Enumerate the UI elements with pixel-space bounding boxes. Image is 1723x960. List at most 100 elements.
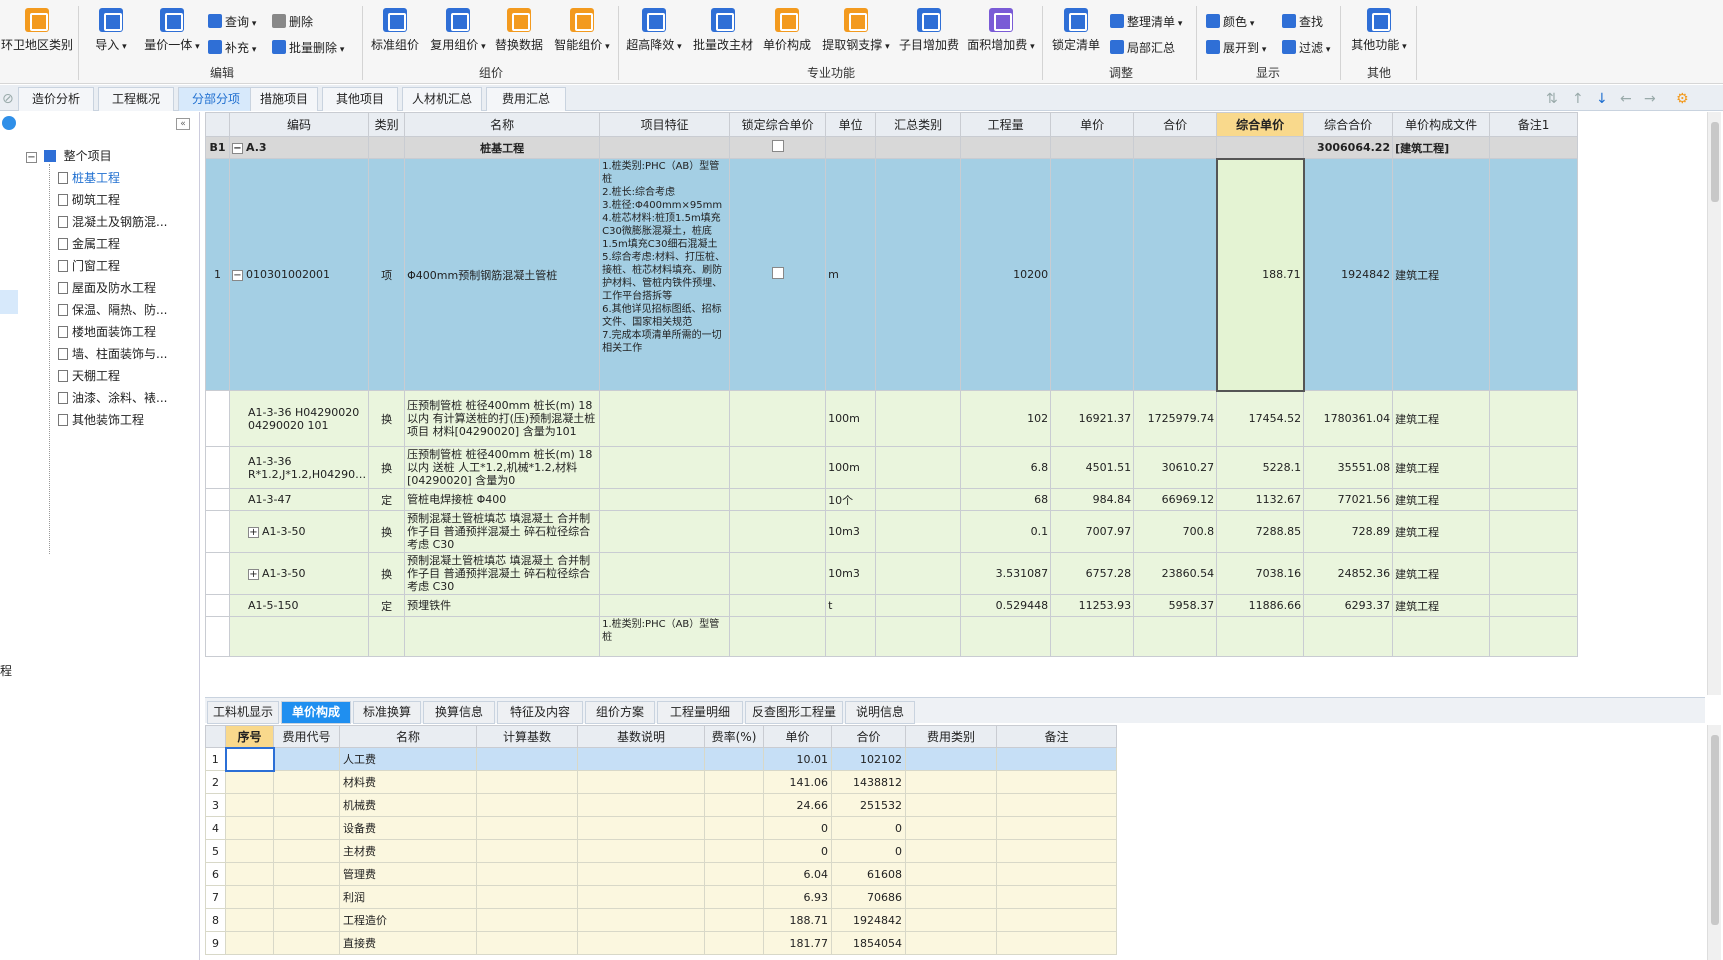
replace-data-button[interactable]: 替换数据 — [490, 4, 548, 60]
quantity-cell[interactable]: 10200 — [960, 158, 1052, 391]
seq-cell[interactable] — [225, 862, 274, 886]
name-cell[interactable]: 管理费 — [339, 862, 477, 886]
total-cell[interactable]: 23860.54 — [1133, 552, 1218, 595]
total-cell[interactable]: 70686 — [831, 885, 906, 909]
steel-support-button[interactable]: 提取钢支撑 — [818, 4, 894, 60]
fee-code-cell[interactable] — [273, 931, 340, 955]
table-row[interactable]: 4 设备费 0 0 — [205, 816, 1117, 840]
tab-1[interactable]: 工程概况 — [98, 87, 174, 111]
price-cell[interactable]: 7007.97 — [1050, 510, 1135, 553]
composite-total-cell[interactable]: 35551.08 — [1303, 446, 1394, 489]
row-number[interactable]: 9 — [205, 931, 226, 955]
tree-item[interactable]: 楼地面装饰工程 — [58, 322, 156, 342]
sub-item-row[interactable]: A1-5-150 定预埋铁件 t 0.529448 11253.93 5958.37 118… — [205, 594, 1579, 617]
tab-4[interactable]: 其他项目 — [322, 87, 398, 111]
summary-type-cell[interactable] — [875, 594, 962, 617]
type-cell[interactable]: 换 — [368, 446, 406, 489]
base-desc-cell[interactable] — [577, 816, 705, 840]
remark-cell[interactable] — [996, 816, 1117, 840]
fee-code-cell[interactable] — [273, 839, 340, 863]
empty-cell[interactable] — [1489, 616, 1579, 657]
table-row[interactable]: 6 管理费 6.04 61608 — [205, 862, 1117, 886]
column-header[interactable]: 名称 — [339, 725, 477, 748]
seq-cell[interactable] — [224, 746, 275, 772]
detail-scrollbar[interactable] — [1707, 725, 1721, 960]
table-row[interactable]: 3 机械费 24.66 251532 — [205, 793, 1117, 817]
batch-delete-button[interactable]: 批量删除 — [272, 36, 344, 58]
price-cell[interactable]: 11253.93 — [1050, 594, 1135, 617]
import-button[interactable]: 导入 — [86, 4, 136, 60]
row-number[interactable]: 6 — [205, 862, 226, 886]
fee-code-cell[interactable] — [273, 793, 340, 817]
column-header[interactable]: 基数说明 — [577, 725, 705, 748]
composite-price-cell[interactable]: 11886.66 — [1216, 594, 1305, 617]
remark-cell[interactable] — [1489, 446, 1579, 489]
price-cell[interactable]: 4501.51 — [1050, 446, 1135, 489]
tree-item[interactable]: 墙、柱面装饰与... — [58, 344, 167, 364]
rate-cell[interactable] — [704, 816, 764, 840]
rate-cell[interactable] — [704, 862, 764, 886]
total-cell[interactable]: 1438812 — [831, 770, 906, 794]
type-cell[interactable]: 定 — [368, 594, 406, 617]
seq-cell[interactable] — [225, 931, 274, 955]
empty-cell[interactable] — [1050, 136, 1135, 159]
grid-scrollbar[interactable] — [1707, 112, 1721, 695]
fee-type-cell[interactable] — [905, 839, 997, 863]
settings-icon[interactable]: ⚙ — [1676, 91, 1689, 107]
composite-total-cell[interactable]: 77021.56 — [1303, 488, 1394, 511]
total-cell[interactable]: 102102 — [831, 747, 906, 771]
tree-item[interactable]: 其他装饰工程 — [58, 410, 144, 430]
base-cell[interactable] — [476, 862, 578, 886]
empty-cell[interactable] — [825, 136, 877, 159]
rate-cell[interactable] — [704, 931, 764, 955]
detail-tab-2[interactable]: 标准换算 — [353, 701, 421, 724]
seq-cell[interactable] — [225, 816, 274, 840]
table-row[interactable]: 5 主材费 0 0 — [205, 839, 1117, 863]
remark-cell[interactable] — [996, 885, 1117, 909]
price-cell[interactable]: 0 — [763, 816, 832, 840]
fee-type-cell[interactable] — [905, 816, 997, 840]
base-cell[interactable] — [476, 885, 578, 909]
column-header[interactable]: 序号 — [225, 725, 274, 748]
price-cell[interactable]: 188.71 — [763, 908, 832, 932]
column-header[interactable]: 单价 — [1050, 112, 1135, 137]
tree-item[interactable]: 混凝土及钢筋混... — [58, 212, 167, 232]
scroll-thumb[interactable] — [1711, 735, 1719, 925]
type-cell[interactable] — [368, 616, 406, 657]
section-total-cell[interactable]: 3006064.22 — [1303, 136, 1394, 159]
seq-cell[interactable] — [225, 770, 274, 794]
organize-list-button[interactable]: 整理清单 — [1110, 10, 1182, 32]
composite-total-cell[interactable]: 24852.36 — [1303, 552, 1394, 595]
price-cell[interactable]: 6.93 — [763, 885, 832, 909]
fee-type-cell[interactable] — [905, 931, 997, 955]
composite-price-cell[interactable]: 5228.1 — [1216, 446, 1305, 489]
region-category-button[interactable]: 环卫地区类别 — [0, 4, 74, 60]
lock-checkbox[interactable] — [771, 140, 784, 152]
code-cell[interactable]: −010301002001 — [228, 158, 370, 391]
layout-icon[interactable]: ⇅ — [1546, 91, 1558, 107]
lock-cell[interactable] — [729, 136, 827, 159]
composite-price-cell[interactable]: 7038.16 — [1216, 552, 1305, 595]
empty-cell[interactable] — [1303, 616, 1394, 657]
empty-cell[interactable] — [729, 616, 827, 657]
total-cell[interactable]: 0 — [831, 816, 906, 840]
quantity-cell[interactable]: 3.531087 — [960, 552, 1052, 595]
expand-icon[interactable]: + — [248, 527, 259, 538]
price-cell[interactable] — [1050, 158, 1135, 391]
file-cell[interactable]: 建筑工程 — [1392, 488, 1491, 511]
collapse-icon[interactable]: − — [232, 270, 243, 281]
composite-price-cell[interactable]: 1132.67 — [1216, 488, 1305, 511]
file-cell[interactable]: 建筑工程 — [1392, 594, 1491, 617]
code-cell[interactable] — [228, 616, 370, 657]
tab-3[interactable]: 措施项目 — [250, 87, 318, 111]
seq-cell[interactable] — [225, 908, 274, 932]
code-cell[interactable]: A1-3-47 — [228, 488, 370, 511]
summary-type-cell[interactable] — [875, 510, 962, 553]
fee-type-cell[interactable] — [905, 747, 997, 771]
list-item-row[interactable]: 1.桩类别:PHC（AB）型管桩 — [205, 616, 1579, 657]
seq-cell[interactable] — [225, 839, 274, 863]
tree-root[interactable]: − 整个项目 — [26, 146, 112, 166]
remark-cell[interactable] — [996, 747, 1117, 771]
price-cell[interactable]: 6.04 — [763, 862, 832, 886]
price-cell[interactable]: 984.84 — [1050, 488, 1135, 511]
